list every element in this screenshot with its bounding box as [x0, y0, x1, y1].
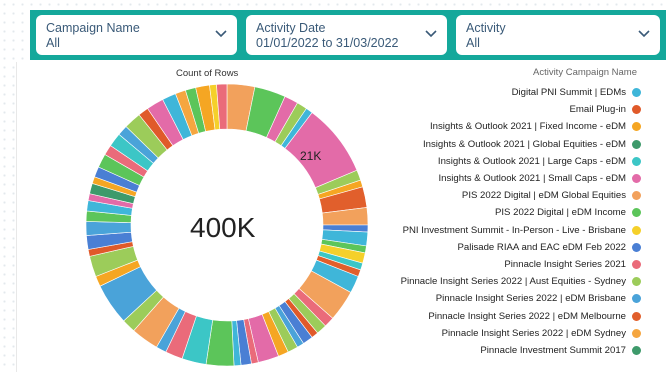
legend-swatch [632, 328, 641, 338]
legend-item-label: Insights & Outlook 2021 | Fixed Income -… [429, 121, 626, 133]
legend-swatch [632, 156, 641, 166]
legend-item-label: Pinnacle Investment Summit 2017 [480, 344, 626, 356]
legend: Digital PNI Summit | EDMs Email Plug-in In… [361, 84, 641, 359]
legend-item-label: Insights & Outlook 2021 | Global Equitie… [423, 138, 626, 150]
legend-item[interactable]: Digital PNI Summit | EDMs [361, 84, 641, 101]
legend-item[interactable]: Pinnacle Insight Series 2022 | eDM Brisb… [361, 290, 641, 307]
legend-item[interactable]: Email Plug-in [361, 101, 641, 118]
legend-swatch [632, 174, 641, 184]
legend-item[interactable]: Palisade RIAA and EAC eDM Feb 2022 [361, 239, 641, 256]
legend-item[interactable]: Pinnacle Insight Series 2021 [361, 256, 641, 273]
legend-item-label: Insights & Outlook 2021 | Large Caps - e… [437, 155, 626, 167]
legend-swatch [632, 277, 641, 287]
legend-item-label: PIS 2022 Digital | eDM Global Equities [461, 190, 626, 202]
slice-value-label: 21K [300, 149, 322, 163]
legend-item[interactable]: Pinnacle Insight Series 2022 | eDM Sydne… [361, 325, 641, 342]
legend-item-label: Pinnacle Insight Series 2021 [504, 258, 626, 270]
legend-swatch [632, 122, 641, 132]
legend-item[interactable]: PIS 2022 Digital | eDM Income [361, 204, 641, 221]
legend-item-label: PIS 2022 Digital | eDM Income [494, 207, 626, 219]
center-total-label: 400K [190, 212, 256, 243]
legend-item[interactable]: Insights & Outlook 2021 | Global Equitie… [361, 136, 641, 153]
legend-swatch [632, 191, 641, 201]
legend-swatch [632, 225, 641, 235]
legend-item-label: PNI Investment Summit - In-Person - Live… [402, 224, 626, 236]
legend-swatch [632, 242, 641, 252]
legend-item-label: Pinnacle Insight Series 2022 | Aust Equi… [400, 276, 626, 288]
legend-item[interactable]: Insights & Outlook 2021 | Fixed Income -… [361, 118, 641, 135]
legend-item-label: Palisade RIAA and EAC eDM Feb 2022 [457, 241, 626, 253]
legend-item-label: Email Plug-in [569, 104, 626, 116]
legend-item-label: Digital PNI Summit | EDMs [511, 87, 626, 99]
legend-item[interactable]: Pinnacle Insight Series 2022 | Aust Equi… [361, 273, 641, 290]
legend-item[interactable]: Insights & Outlook 2021 | Large Caps - e… [361, 153, 641, 170]
legend-item-label: Pinnacle Insight Series 2022 | eDM Brisb… [435, 293, 626, 305]
legend-item[interactable]: Pinnacle Investment Summit 2017 [361, 342, 641, 359]
legend-item[interactable]: Pinnacle Insight Series 2022 | eDM Melbo… [361, 307, 641, 324]
legend-swatch [632, 88, 641, 98]
legend-item-label: Pinnacle Insight Series 2022 | eDM Melbo… [428, 310, 626, 322]
legend-swatch [632, 208, 641, 218]
legend-swatch [632, 105, 641, 115]
legend-item-label: Pinnacle Insight Series 2022 | eDM Sydne… [441, 327, 626, 339]
legend-swatch [632, 294, 641, 304]
legend-swatch [632, 345, 641, 355]
legend-swatch [632, 139, 641, 149]
legend-swatch [632, 259, 641, 269]
legend-item[interactable]: PIS 2022 Digital | eDM Global Equities [361, 187, 641, 204]
legend-item[interactable]: Insights & Outlook 2021 | Small Caps - e… [361, 170, 641, 187]
legend-item-label: Insights & Outlook 2021 | Small Caps - e… [438, 173, 626, 185]
legend-swatch [632, 311, 641, 321]
legend-item[interactable]: PNI Investment Summit - In-Person - Live… [361, 222, 641, 239]
